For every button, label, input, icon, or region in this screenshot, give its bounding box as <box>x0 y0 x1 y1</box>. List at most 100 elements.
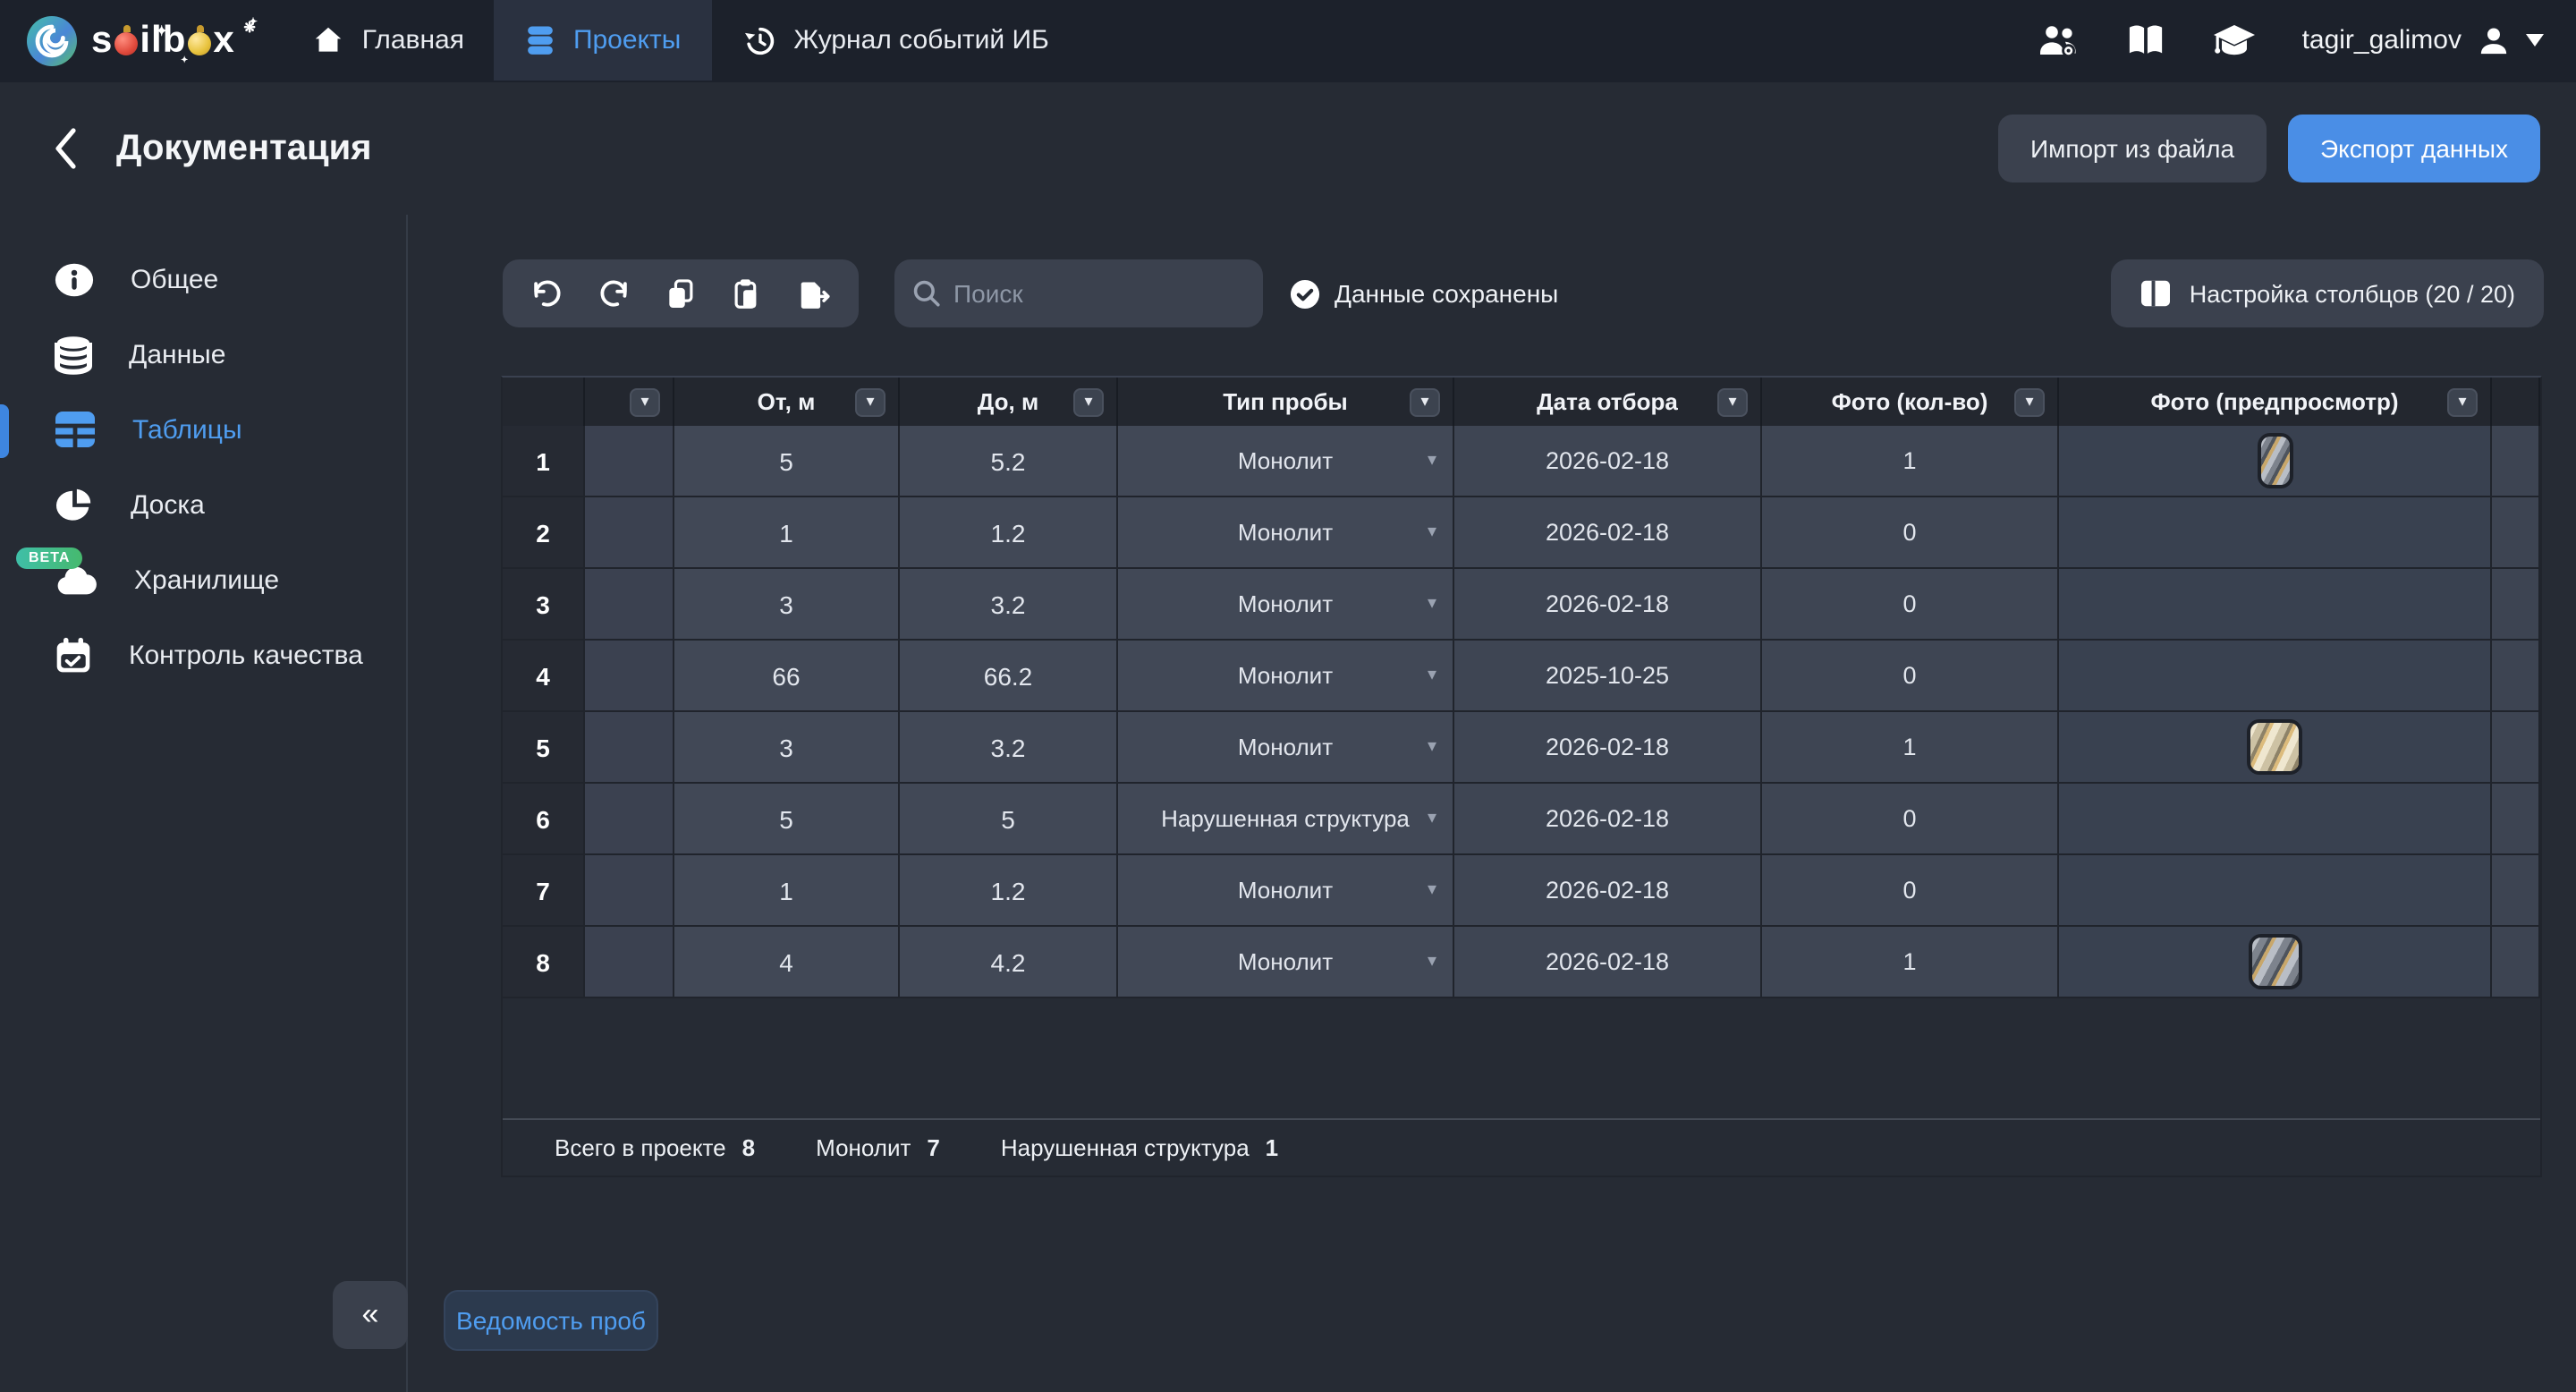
column-dropdown-button[interactable] <box>855 387 886 416</box>
photo-preview-cell[interactable] <box>2059 641 2492 712</box>
date-cell[interactable]: 2026-02-18 <box>1454 784 1762 855</box>
photo-thumbnail[interactable] <box>2248 934 2301 989</box>
sidebar-item-data[interactable]: Данные <box>0 317 406 392</box>
photo-count-cell[interactable]: 0 <box>1762 855 2059 927</box>
photo-count-cell[interactable]: 0 <box>1762 497 2059 569</box>
row-select-cell[interactable] <box>585 569 674 641</box>
paste-button[interactable] <box>719 267 776 320</box>
nav-item-event-log[interactable]: Журнал событий ИБ <box>711 0 1079 81</box>
row-select-cell[interactable] <box>585 641 674 712</box>
sample-type-cell[interactable]: Нарушенная структура▾ <box>1118 784 1454 855</box>
from-cell[interactable]: 4 <box>674 927 900 998</box>
nav-item-projects[interactable]: Проекты <box>495 0 711 81</box>
row-select-cell[interactable] <box>585 927 674 998</box>
photo-preview-cell[interactable] <box>2059 497 2492 569</box>
from-cell[interactable]: 5 <box>674 784 900 855</box>
photo-count-cell[interactable]: 0 <box>1762 641 2059 712</box>
sample-type-cell[interactable]: Монолит▾ <box>1118 712 1454 784</box>
row-number-cell[interactable]: 7 <box>503 855 585 927</box>
nav-item-home[interactable]: Главная <box>282 0 495 81</box>
sample-report-button[interactable]: Ведомость проб <box>444 1290 658 1351</box>
column-dropdown-button[interactable] <box>1717 387 1748 416</box>
date-cell[interactable]: 2026-02-18 <box>1454 426 1762 497</box>
date-cell[interactable]: 2026-02-18 <box>1454 855 1762 927</box>
user-menu[interactable]: tagir_galimov <box>2302 22 2544 58</box>
sample-type-cell[interactable]: Монолит▾ <box>1118 855 1454 927</box>
photo-count-cell[interactable]: 1 <box>1762 927 2059 998</box>
export-button[interactable]: Экспорт данных <box>2288 115 2540 182</box>
photo-preview-cell[interactable] <box>2059 855 2492 927</box>
photo-count-cell[interactable]: 0 <box>1762 569 2059 641</box>
date-cell[interactable]: 2026-02-18 <box>1454 569 1762 641</box>
row-number-cell[interactable]: 5 <box>503 712 585 784</box>
sample-type-cell[interactable]: Монолит▾ <box>1118 569 1454 641</box>
photo-preview-cell[interactable] <box>2059 927 2492 998</box>
row-number-cell[interactable]: 2 <box>503 497 585 569</box>
to-cell[interactable]: 3.2 <box>900 712 1118 784</box>
to-cell[interactable]: 1.2 <box>900 497 1118 569</box>
photo-count-cell[interactable]: 1 <box>1762 426 2059 497</box>
to-cell[interactable]: 5.2 <box>900 426 1118 497</box>
row-select-cell[interactable] <box>585 497 674 569</box>
photo-thumbnail[interactable] <box>2257 433 2292 488</box>
book-icon[interactable] <box>2125 21 2166 59</box>
back-button[interactable] <box>54 127 77 170</box>
from-cell[interactable]: 5 <box>674 426 900 497</box>
photo-count-cell[interactable]: 0 <box>1762 784 2059 855</box>
search-input[interactable] <box>953 279 1222 308</box>
photo-preview-cell[interactable] <box>2059 712 2492 784</box>
sidebar-item-quality-control[interactable]: Контроль качества <box>0 617 406 692</box>
date-cell[interactable]: 2026-02-18 <box>1454 712 1762 784</box>
row-select-cell[interactable] <box>585 712 674 784</box>
from-cell[interactable]: 1 <box>674 855 900 927</box>
to-cell[interactable]: 3.2 <box>900 569 1118 641</box>
team-icon[interactable] <box>2038 21 2080 60</box>
row-select-cell[interactable] <box>585 784 674 855</box>
from-cell[interactable]: 66 <box>674 641 900 712</box>
sample-type-cell[interactable]: Монолит▾ <box>1118 641 1454 712</box>
redo-button[interactable] <box>585 267 642 320</box>
photo-thumbnail[interactable] <box>2247 719 2302 775</box>
photo-preview-cell[interactable] <box>2059 426 2492 497</box>
date-cell[interactable]: 2026-02-18 <box>1454 497 1762 569</box>
to-cell[interactable]: 4.2 <box>900 927 1118 998</box>
column-dropdown-button[interactable] <box>630 387 660 416</box>
from-cell[interactable]: 3 <box>674 569 900 641</box>
column-settings-button[interactable]: Настройка столбцов (20 / 20) <box>2111 259 2544 327</box>
sample-type-cell[interactable]: Монолит▾ <box>1118 497 1454 569</box>
photo-count-cell[interactable]: 1 <box>1762 712 2059 784</box>
sidebar-item-tables[interactable]: Таблицы <box>0 392 406 467</box>
to-cell[interactable]: 5 <box>900 784 1118 855</box>
column-dropdown-button[interactable] <box>2447 387 2478 416</box>
export-rows-button[interactable] <box>786 267 843 320</box>
graduation-cap-icon[interactable] <box>2211 21 2258 60</box>
columns-icon <box>2140 279 2172 308</box>
photo-preview-cell[interactable] <box>2059 569 2492 641</box>
row-number-cell[interactable]: 6 <box>503 784 585 855</box>
from-cell[interactable]: 1 <box>674 497 900 569</box>
sidebar-item-board[interactable]: Доска <box>0 467 406 542</box>
date-cell[interactable]: 2025-10-25 <box>1454 641 1762 712</box>
column-dropdown-button[interactable] <box>2014 387 2045 416</box>
row-number-cell[interactable]: 3 <box>503 569 585 641</box>
row-number-cell[interactable]: 1 <box>503 426 585 497</box>
brand-logo[interactable]: silbx <box>25 0 235 81</box>
from-cell[interactable]: 3 <box>674 712 900 784</box>
to-cell[interactable]: 1.2 <box>900 855 1118 927</box>
row-number-cell[interactable]: 4 <box>503 641 585 712</box>
row-select-cell[interactable] <box>585 426 674 497</box>
sample-type-cell[interactable]: Монолит▾ <box>1118 426 1454 497</box>
column-dropdown-button[interactable] <box>1410 387 1440 416</box>
copy-button[interactable] <box>652 267 709 320</box>
import-button[interactable]: Импорт из файла <box>1998 115 2267 182</box>
to-cell[interactable]: 66.2 <box>900 641 1118 712</box>
sample-type-cell[interactable]: Монолит▾ <box>1118 927 1454 998</box>
photo-preview-cell[interactable] <box>2059 784 2492 855</box>
row-select-cell[interactable] <box>585 855 674 927</box>
sidebar-collapse-button[interactable]: « <box>333 1281 408 1349</box>
sidebar-item-general[interactable]: Общее <box>0 242 406 317</box>
row-number-cell[interactable]: 8 <box>503 927 585 998</box>
date-cell[interactable]: 2026-02-18 <box>1454 927 1762 998</box>
column-dropdown-button[interactable] <box>1073 387 1104 416</box>
undo-button[interactable] <box>518 267 575 320</box>
